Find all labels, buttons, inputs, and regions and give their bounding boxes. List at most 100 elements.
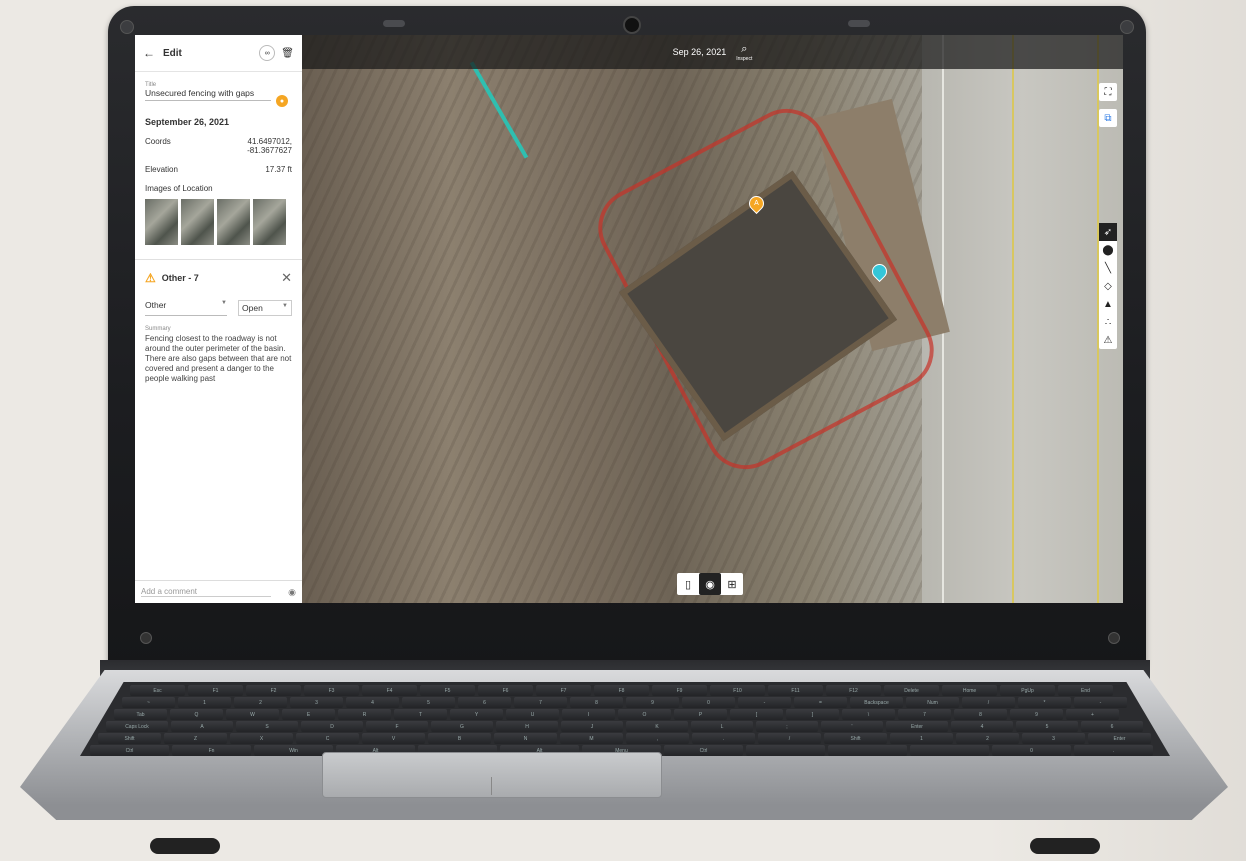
inspect-button[interactable]: ⌕ Inspect: [736, 43, 752, 62]
keyboard-key[interactable]: End: [1058, 685, 1113, 696]
location-image-thumb[interactable]: [145, 199, 178, 245]
keyboard-key[interactable]: ': [821, 721, 883, 732]
keyboard-key[interactable]: C: [296, 733, 359, 744]
keyboard-key[interactable]: I: [562, 709, 615, 720]
keyboard-key[interactable]: W: [226, 709, 279, 720]
cursor-icon[interactable]: ➶: [1099, 223, 1117, 241]
keyboard-key[interactable]: K: [626, 721, 688, 732]
keyboard-key[interactable]: PgUp: [1000, 685, 1055, 696]
keyboard-key[interactable]: O: [618, 709, 671, 720]
keyboard-key[interactable]: 1: [178, 697, 231, 708]
keyboard-key[interactable]: [: [730, 709, 783, 720]
keyboard-key[interactable]: 3: [1022, 733, 1085, 744]
keyboard-key[interactable]: [910, 745, 989, 756]
keyboard-key[interactable]: F8: [594, 685, 649, 696]
keyboard-key[interactable]: [828, 745, 907, 756]
close-icon[interactable]: ✕: [281, 270, 292, 286]
location-image-thumb[interactable]: [217, 199, 250, 245]
keyboard-key[interactable]: Z: [164, 733, 227, 744]
keyboard-key[interactable]: A: [171, 721, 233, 732]
keyboard-key[interactable]: 8: [570, 697, 623, 708]
keyboard-key[interactable]: V: [362, 733, 425, 744]
trash-icon[interactable]: 🗑: [281, 48, 294, 59]
split-view-icon[interactable]: ⊞: [721, 573, 743, 595]
keyboard-key[interactable]: F1: [188, 685, 243, 696]
keyboard-key[interactable]: F7: [536, 685, 591, 696]
keyboard-key[interactable]: 9: [1010, 709, 1063, 720]
keyboard-key[interactable]: Tab: [114, 709, 167, 720]
title-field[interactable]: Unsecured fencing with gaps: [145, 88, 271, 101]
keyboard-key[interactable]: 4: [951, 721, 1013, 732]
location-image-thumb[interactable]: [253, 199, 286, 245]
polygon-icon[interactable]: ◇: [1099, 277, 1117, 295]
keyboard-key[interactable]: F10: [710, 685, 765, 696]
layers-icon[interactable]: ⧉: [1099, 109, 1117, 127]
keyboard-key[interactable]: Esc: [130, 685, 185, 696]
pin-view-icon[interactable]: ◉: [699, 573, 721, 595]
keyboard-key[interactable]: 1: [890, 733, 953, 744]
keyboard-key[interactable]: Backspace: [850, 697, 903, 708]
keyboard-key[interactable]: F11: [768, 685, 823, 696]
aerial-map[interactable]: A Sep 26, 2021 ⌕ Inspect ⛶ ⧉ ➶ ⬤ ╲ ◇ ▲ ∴…: [302, 35, 1123, 603]
map-view-icon[interactable]: ▯: [677, 573, 699, 595]
warning-icon[interactable]: ⚠: [1099, 331, 1117, 349]
keyboard-key[interactable]: /: [758, 733, 821, 744]
keyboard-key[interactable]: X: [230, 733, 293, 744]
keyboard-key[interactable]: Home: [942, 685, 997, 696]
keyboard-key[interactable]: +: [1066, 709, 1119, 720]
pin-icon[interactable]: ⬤: [1099, 241, 1117, 259]
keyboard-key[interactable]: 5: [1016, 721, 1078, 732]
keyboard-key[interactable]: P: [674, 709, 727, 720]
keyboard-key[interactable]: L: [691, 721, 753, 732]
back-arrow-icon[interactable]: ←: [143, 46, 155, 60]
keyboard-key[interactable]: Enter: [886, 721, 948, 732]
keyboard-key[interactable]: .: [1074, 745, 1153, 756]
comment-input[interactable]: Add a comment: [141, 587, 271, 597]
keyboard-key[interactable]: G: [431, 721, 493, 732]
points-icon[interactable]: ∴: [1099, 313, 1117, 331]
keyboard-key[interactable]: D: [301, 721, 363, 732]
keyboard-key[interactable]: U: [506, 709, 559, 720]
location-image-thumb[interactable]: [181, 199, 214, 245]
keyboard-key[interactable]: 0: [992, 745, 1071, 756]
keyboard-key[interactable]: -: [1074, 697, 1127, 708]
keyboard-key[interactable]: 7: [898, 709, 951, 720]
keyboard-key[interactable]: Ctrl: [90, 745, 169, 756]
category-select[interactable]: Other ▼: [145, 300, 227, 316]
keyboard-key[interactable]: *: [1018, 697, 1071, 708]
keyboard-key[interactable]: 6: [1081, 721, 1143, 732]
keyboard-key[interactable]: ,: [626, 733, 689, 744]
keyboard-key[interactable]: /: [962, 697, 1015, 708]
keyboard-key[interactable]: 5: [402, 697, 455, 708]
keyboard-key[interactable]: [746, 745, 825, 756]
keyboard-key[interactable]: F2: [246, 685, 301, 696]
keyboard-key[interactable]: F5: [420, 685, 475, 696]
keyboard-key[interactable]: Shift: [98, 733, 161, 744]
keyboard-key[interactable]: 2: [956, 733, 1019, 744]
keyboard-key[interactable]: Fn: [172, 745, 251, 756]
keyboard-key[interactable]: ~: [122, 697, 175, 708]
summary-text[interactable]: Fencing closest to the roadway is not ar…: [145, 334, 292, 384]
keyboard-key[interactable]: -: [738, 697, 791, 708]
keyboard-key[interactable]: E: [282, 709, 335, 720]
keyboard-key[interactable]: Delete: [884, 685, 939, 696]
fullscreen-icon[interactable]: ⛶: [1099, 83, 1117, 101]
keyboard-key[interactable]: B: [428, 733, 491, 744]
keyboard-key[interactable]: R: [338, 709, 391, 720]
keyboard-key[interactable]: F9: [652, 685, 707, 696]
keyboard-key[interactable]: 3: [290, 697, 343, 708]
keyboard-key[interactable]: 9: [626, 697, 679, 708]
keyboard-key[interactable]: 2: [234, 697, 287, 708]
keyboard-key[interactable]: 8: [954, 709, 1007, 720]
keyboard-key[interactable]: F12: [826, 685, 881, 696]
touchpad[interactable]: [322, 752, 662, 798]
keyboard-key[interactable]: F3: [304, 685, 359, 696]
title-badge-icon[interactable]: ●: [276, 95, 288, 107]
keyboard-key[interactable]: M: [560, 733, 623, 744]
keyboard-key[interactable]: .: [692, 733, 755, 744]
keyboard-key[interactable]: \: [842, 709, 895, 720]
keyboard-key[interactable]: Enter: [1088, 733, 1151, 744]
keyboard-key[interactable]: 6: [458, 697, 511, 708]
cone-icon[interactable]: ▲: [1099, 295, 1117, 313]
keyboard-key[interactable]: H: [496, 721, 558, 732]
